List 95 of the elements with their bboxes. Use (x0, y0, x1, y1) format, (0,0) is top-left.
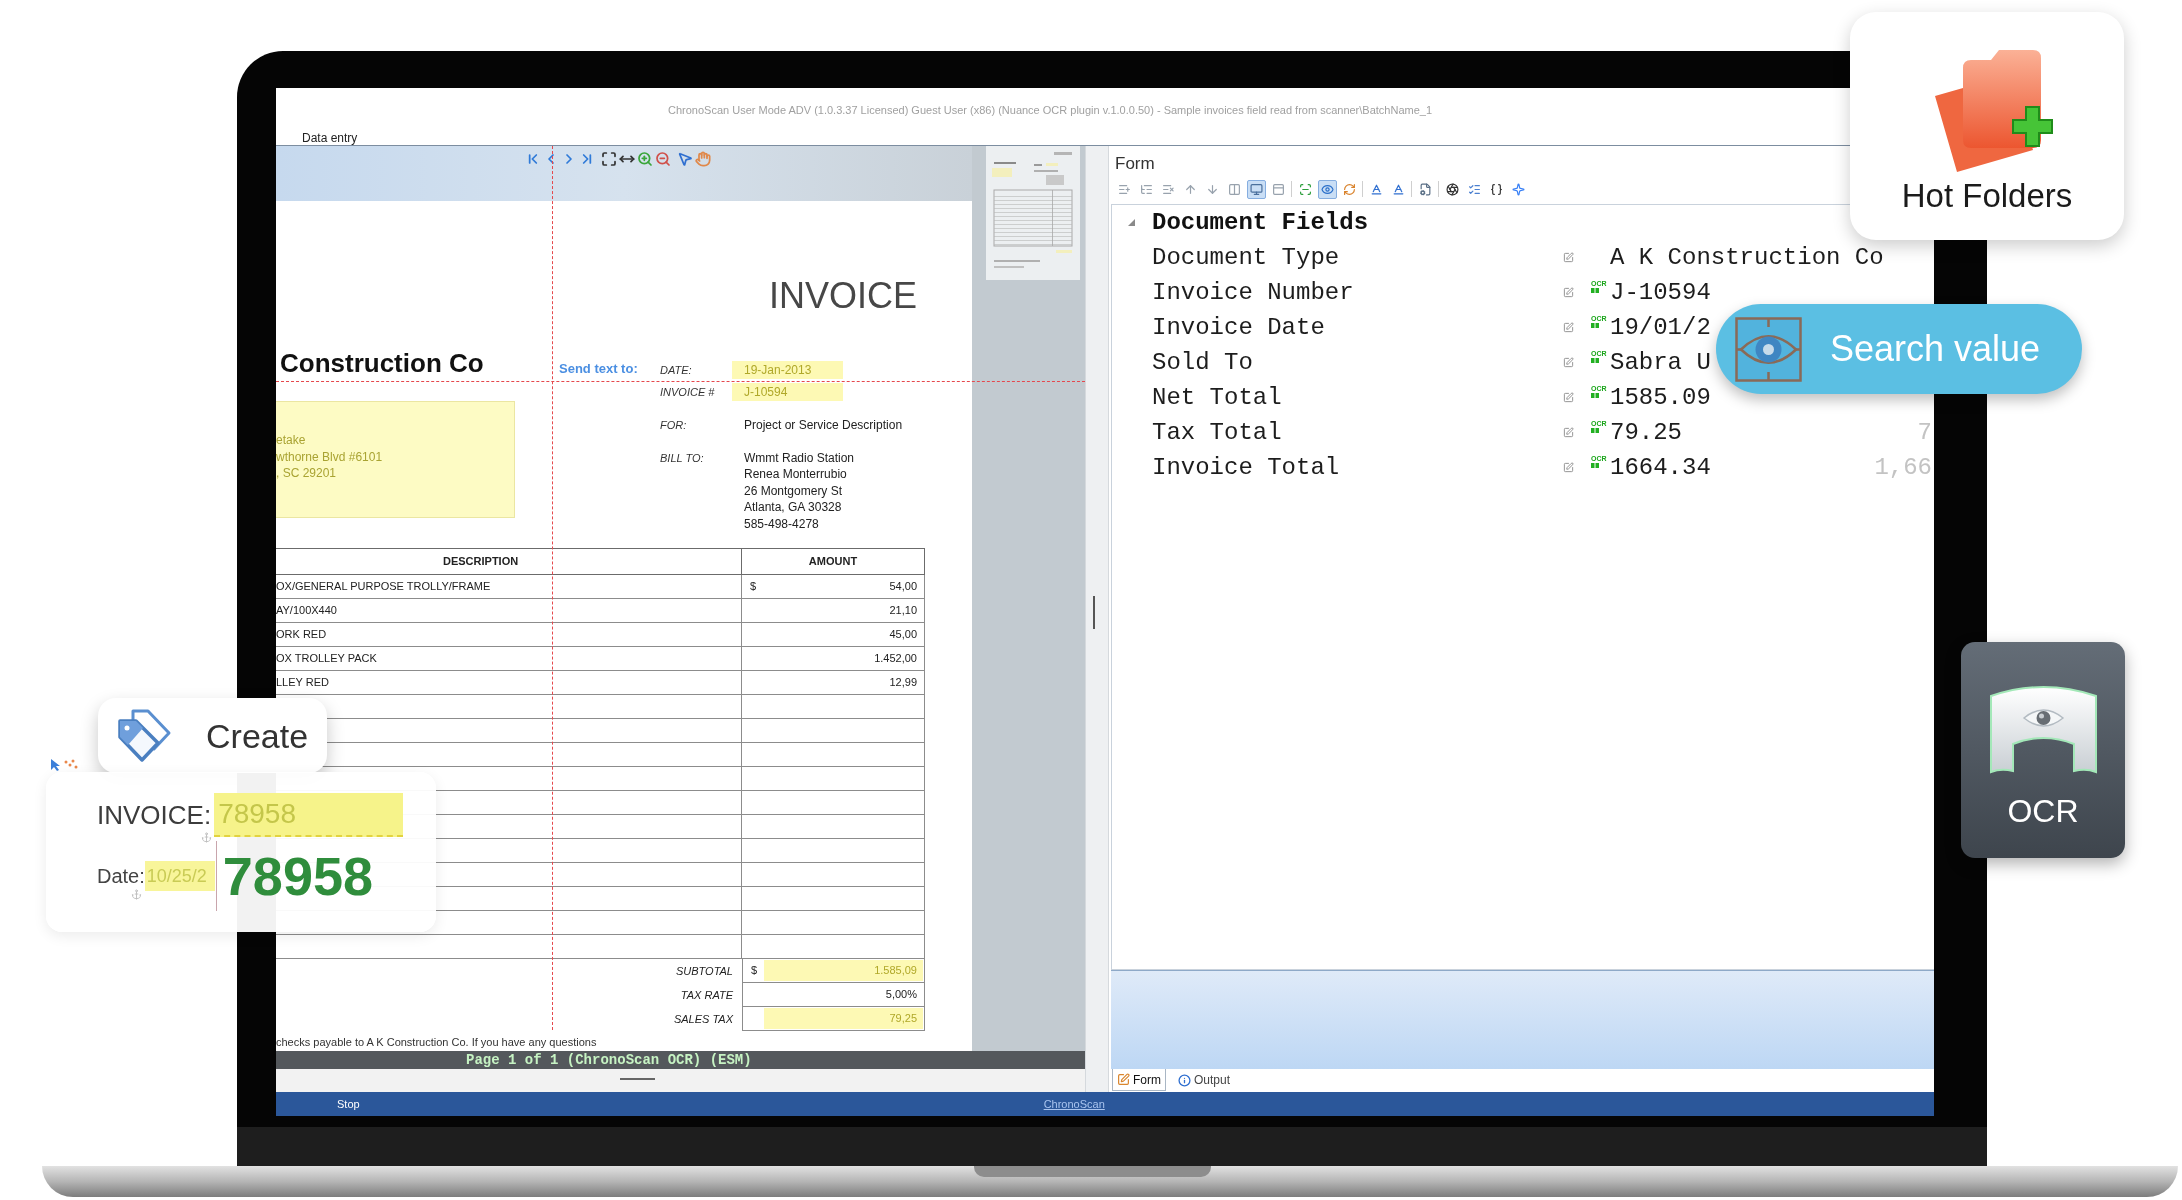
table-cell-text: 12,99 (889, 675, 917, 691)
document-title: INVOICE (768, 278, 917, 314)
document-field-label: DATE: (660, 363, 693, 378)
square-dots-icon (1591, 462, 1599, 468)
table-cell-text: AY/100X440 (276, 603, 337, 619)
callout-label: Create (206, 715, 309, 756)
table-cell-text: OX TROLLEY PACK (276, 651, 377, 667)
tree-group-label[interactable]: Document Fields (1152, 209, 1369, 236)
currency-sign: $ (751, 963, 758, 979)
pencil-square-icon[interactable] (1563, 392, 1574, 403)
document-field-value: Project or Service Description (743, 417, 903, 434)
total-value: 1.585,09 (764, 960, 923, 981)
page-status: Page 1 of 1 (ChronoScan OCR) (ESM) (276, 1051, 1085, 1069)
table-cell-text: 1.452,00 (874, 651, 917, 667)
invoice-label: INVOICE: (97, 801, 212, 829)
fit-page-icon[interactable] (601, 151, 617, 167)
square-dots-icon (1591, 392, 1599, 398)
table-cell-text: 45,00 (889, 627, 917, 643)
column-header: DESCRIPTION (443, 554, 519, 570)
status-link[interactable]: ChronoScan (1043, 1097, 1105, 1111)
document-field-value: 19-Jan-2013 (732, 361, 843, 379)
footer-note: checks payable to A K Construction Co. If you have any questions (276, 1035, 598, 1049)
pencil-square-icon[interactable] (1563, 322, 1574, 333)
form-field-name: Invoice Date (1152, 314, 1326, 341)
date-field: 10/25/2 (144, 861, 215, 891)
anchor-icon (131, 889, 142, 900)
eye-icon[interactable] (1318, 179, 1337, 199)
form-field-value[interactable]: A K Construction Co (1610, 244, 1884, 271)
tag-icon (117, 707, 172, 764)
hand-icon[interactable] (695, 151, 711, 167)
document-field-label: INVOICE # (660, 385, 716, 400)
text-cursor (215, 841, 217, 911)
document-field-label: FOR: (660, 418, 688, 433)
pencil-square-icon[interactable] (1563, 462, 1574, 473)
callout-label: OCR (2007, 793, 2079, 829)
total-value: 5,00% (884, 987, 918, 1003)
form-field-value[interactable]: 19/01/2 (1610, 314, 1711, 341)
form-field-value[interactable]: J-10594 (1610, 279, 1711, 306)
company-name: Construction Co (280, 350, 484, 376)
eye-icon (1735, 316, 1802, 382)
pencil-square-icon[interactable] (1563, 252, 1574, 263)
table-cell-text: OX/GENERAL PURPOSE TROLLY/FRAME (276, 579, 491, 595)
document-field-label: BILL TO: (660, 450, 705, 466)
date-label: Date: (97, 864, 145, 888)
window-title: ChronoScan User Mode ADV (1.0.3.37 Licensed) Guest User (x86) (Nuance OCR plugin v.1.0.0.50) - Sample invoices field read from scanner\BatchName_1 (668, 104, 1433, 116)
form-field-name: Invoice Total (1152, 454, 1341, 481)
info-icon (1178, 1073, 1191, 1087)
total-label: SUBTOTAL (675, 963, 733, 979)
stop-button[interactable]: Stop (337, 1097, 360, 1111)
square-dots-icon (1591, 287, 1599, 293)
form-field-value[interactable]: 79.25 (1610, 419, 1682, 446)
zoom-out-icon[interactable] (655, 151, 671, 167)
form-field-name: Invoice Number (1152, 279, 1355, 306)
column-header: AMOUNT (808, 554, 858, 570)
callout-label: Search value (1830, 329, 2041, 369)
anchor-icon (201, 832, 212, 843)
field-preview: 7 (1917, 419, 1932, 446)
page-thumbnail-drawing[interactable] (986, 146, 1080, 280)
pencil-square-icon (1117, 1073, 1130, 1086)
panel-tab[interactable]: Form (1112, 1069, 1166, 1091)
ribbon-tab[interactable]: Data entry (302, 131, 358, 145)
form-field-value[interactable]: Sabra U (1610, 349, 1711, 376)
form-field-name: Document Type (1152, 244, 1341, 271)
total-label: TAX RATE (680, 987, 733, 1003)
callout-label: Hot Folders (1901, 178, 2073, 214)
pencil-square-icon[interactable] (1563, 287, 1574, 298)
caret-icon[interactable] (1128, 219, 1135, 226)
form-field-name: Tax Total (1152, 419, 1283, 446)
form-field-value[interactable]: 1585.09 (1610, 384, 1711, 411)
pencil-square-icon[interactable] (1563, 427, 1574, 438)
table-cell-text: 54,00 (889, 579, 917, 595)
square-dots-icon (1591, 357, 1599, 363)
pencil-square-icon[interactable] (1563, 357, 1574, 368)
total-label: SALES TAX (673, 1011, 733, 1027)
document-field-value: J-10594 (732, 383, 843, 401)
document-field-value: Wmmt Radio Station Renea Monterrubio 26 Montgomery St Atlanta, GA 30328 585-498-4278 (743, 449, 855, 532)
panel-tab[interactable]: Output (1173, 1069, 1236, 1091)
form-field-name: Net Total (1152, 384, 1283, 411)
table-cell-text: LLEY RED (276, 675, 329, 691)
field-preview: 1,66 (1874, 454, 1932, 481)
pointer-icon (50, 759, 78, 771)
recognized-value: 78958 (222, 848, 373, 904)
form-field-value[interactable]: 1664.34 (1610, 454, 1711, 481)
table-cell-text: ORK RED (276, 627, 327, 643)
monitor-icon[interactable] (1247, 179, 1266, 199)
address-zone: etake wthorne Blvd #6101 , SC 29201 (276, 401, 515, 518)
panel-title: Form (1115, 154, 1155, 173)
total-value: 79,25 (764, 1008, 923, 1029)
form-field-name: Sold To (1152, 349, 1254, 376)
square-dots-icon (1591, 427, 1599, 433)
pointer-icon[interactable] (677, 151, 693, 167)
table-cell-text: 21,10 (889, 603, 917, 619)
invoice-number-field: 78958 (214, 793, 404, 837)
square-dots-icon (1591, 322, 1599, 328)
currency-sign: $ (750, 580, 757, 593)
